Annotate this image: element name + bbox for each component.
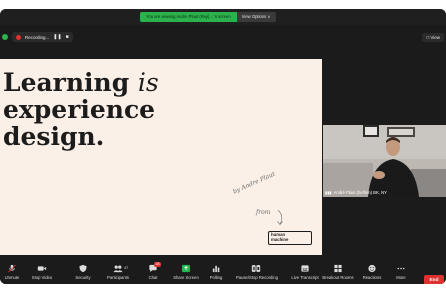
slide-heading-italic-word: is — [137, 68, 159, 97]
recording-dot-icon — [16, 34, 21, 40]
shield-icon-glyph — [79, 264, 87, 273]
toolbar-label: Security — [75, 275, 91, 280]
participant-video-image — [323, 125, 446, 197]
breakout-rooms-icon-glyph — [334, 264, 342, 273]
handwritten-arrow-icon — [277, 209, 283, 225]
more-icon — [381, 263, 421, 274]
participants-count: 47 — [124, 266, 129, 270]
slide-heading-word: Learning — [3, 68, 138, 97]
encryption-shield-icon[interactable] — [2, 34, 8, 40]
toolbar-participants-button[interactable]: 47 Participants — [98, 263, 138, 280]
recording-indicator: Recording... ❚❚ ■ — [12, 32, 73, 42]
top-bar: You are viewing Andre Plaut (Reji)... 's… — [0, 9, 446, 25]
signal-strength-icon: ▮▮▮ — [325, 190, 332, 195]
polling-icon-glyph — [212, 265, 220, 273]
slide-heading-line3: design. — [3, 122, 105, 151]
logo-line2: machine — [271, 236, 289, 242]
video-camera-icon — [22, 263, 62, 274]
end-meeting-button[interactable]: End — [424, 275, 444, 284]
handwritten-byline: by Andre Plaut — [232, 170, 277, 196]
view-options-button[interactable]: View Options ∨ — [236, 12, 276, 22]
participant-video-tile[interactable]: ▮▮▮ André Plaut (he/him) BK, NY — [323, 125, 446, 197]
recording-bar: Recording... ❚❚ ■ — [2, 31, 73, 43]
stop-recording-icon[interactable]: ■ — [66, 34, 69, 40]
recording-icon-glyph — [251, 265, 261, 272]
shared-screen-slide: Learning is experience design. by Andre … — [0, 59, 322, 255]
recording-icon — [236, 263, 276, 274]
handwritten-from: from — [256, 209, 271, 216]
toolbar-recording-button[interactable]: Pause/Stop Recording — [236, 263, 278, 280]
slide-heading: Learning is experience design. — [3, 69, 159, 150]
participants-icon-glyph — [113, 265, 123, 273]
zoom-window: You are viewing Andre Plaut (Reji)... 's… — [0, 9, 446, 284]
human-machine-logo: human machine — [268, 231, 312, 245]
view-button[interactable]: □ View — [422, 33, 444, 42]
slide-heading-line2: experience — [3, 95, 156, 124]
shield-icon — [63, 263, 103, 274]
toolbar-more-button[interactable]: More — [381, 263, 421, 280]
slide-heading-line1: Learning is — [3, 69, 159, 96]
toolbar-label: Participants — [107, 275, 129, 280]
toolbar-label: Pause/Stop Recording — [236, 275, 278, 280]
participant-name-label: ▮▮▮ André Plaut (he/him) BK, NY — [325, 190, 387, 195]
pause-recording-icon[interactable]: ❚❚ — [53, 34, 61, 40]
video-camera-icon-glyph — [37, 266, 47, 271]
toolbar-polling-button[interactable]: Polling — [196, 263, 236, 280]
meeting-toolbar: Unmute Stop Video Security 47 Participants 28… — [0, 261, 446, 284]
screen-share-banner: You are viewing Andre Plaut (Reji)... 's… — [140, 12, 276, 22]
transcript-icon-glyph — [301, 265, 309, 272]
recording-label: Recording... — [25, 34, 50, 40]
participants-icon: 47 — [98, 263, 138, 274]
toolbar-video-camera-button[interactable]: Stop Video — [22, 263, 62, 280]
reactions-icon-glyph — [368, 264, 376, 273]
toolbar-shield-button[interactable]: Security — [63, 263, 103, 280]
toolbar-label: Polling — [209, 275, 223, 280]
toolbar-label: More — [396, 275, 406, 280]
polling-icon — [196, 263, 236, 274]
more-icon-glyph — [397, 267, 405, 270]
toolbar-label: Stop Video — [31, 275, 53, 280]
share-screen-icon-glyph — [181, 264, 191, 273]
microphone-muted-icon-glyph — [8, 264, 16, 273]
participant-name: André Plaut (he/him) BK, NY — [333, 190, 387, 195]
share-message: You are viewing Andre Plaut (Reji)... 's… — [140, 12, 237, 22]
chat-unread-badge: 28 — [154, 262, 161, 267]
